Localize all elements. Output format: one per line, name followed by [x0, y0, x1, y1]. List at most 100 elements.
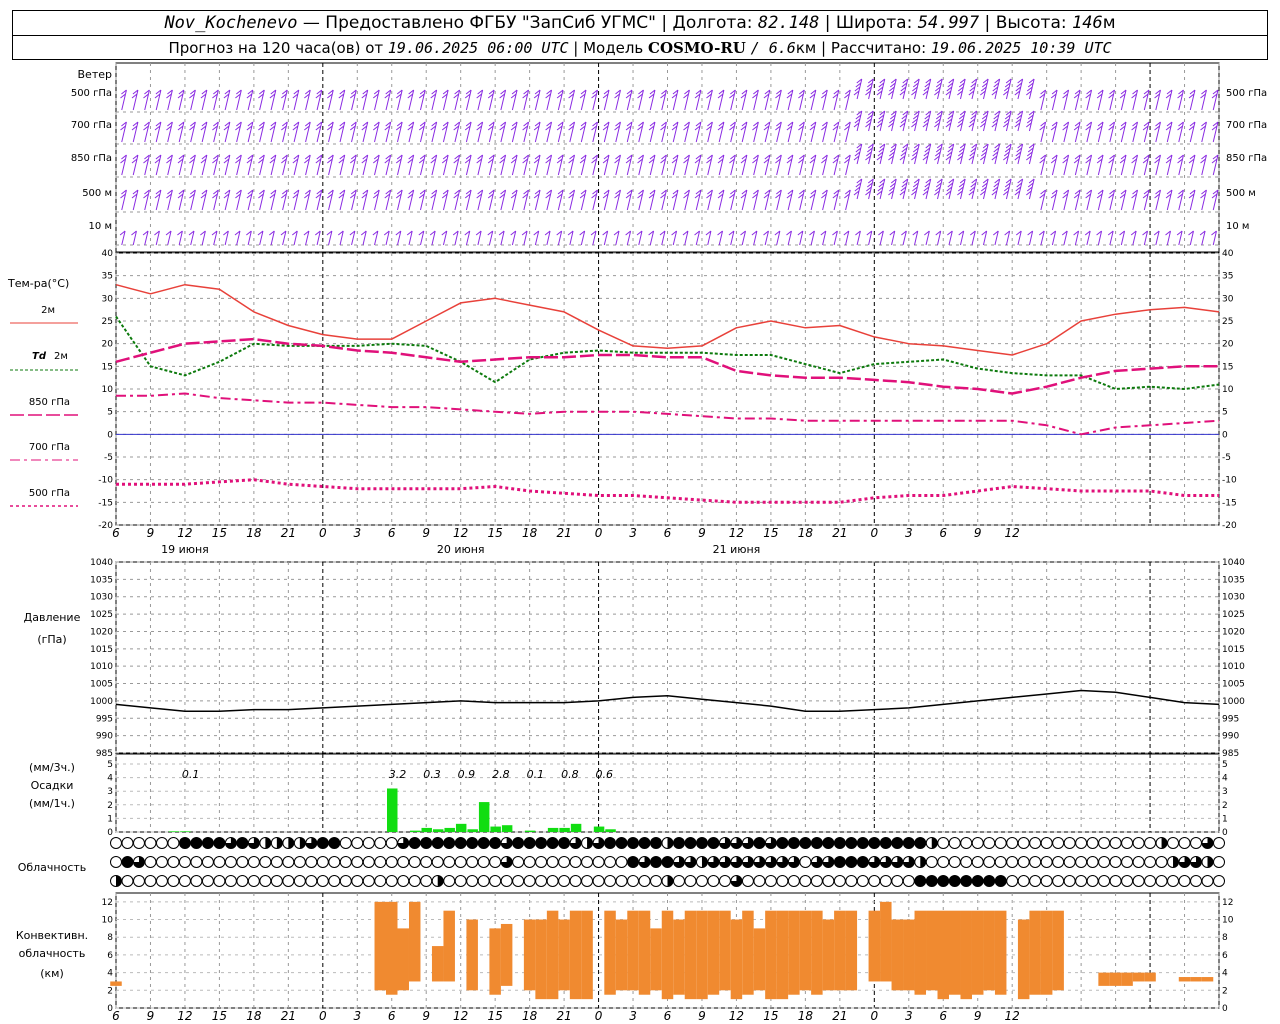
- cloud-circle: [1040, 837, 1053, 849]
- wind-barb: [372, 121, 380, 143]
- cloud-overcast: [466, 837, 478, 849]
- wind-barb: [280, 230, 287, 246]
- cloud-overcast: [788, 837, 800, 849]
- wind-barb: [922, 110, 932, 132]
- wind-barb: [694, 121, 702, 143]
- wind-barb: [131, 154, 139, 176]
- conv-hour-label: 9: [974, 1009, 982, 1023]
- cloud-circle: [477, 856, 490, 868]
- wind-barb: [143, 121, 150, 143]
- wind-barb: [430, 121, 438, 143]
- wind-barb: [865, 143, 874, 165]
- wind-barb: [453, 189, 461, 211]
- wind-title: Ветер: [78, 68, 112, 81]
- cloud-circle: [1201, 875, 1214, 887]
- conv-hour-label: 6: [112, 1009, 120, 1023]
- wind-barb: [327, 89, 334, 111]
- conv-bar: [500, 923, 513, 986]
- wind-barb: [579, 230, 586, 246]
- legend-700-label: 700 гПа: [29, 442, 70, 453]
- cloud-circle: [1052, 856, 1065, 868]
- conv-bar: [569, 910, 582, 1000]
- wind-barb: [991, 110, 1001, 132]
- wind-barb: [166, 121, 173, 143]
- press-ytick-right: 1020: [1222, 627, 1245, 637]
- wind-level-label: 10 м: [89, 221, 112, 232]
- temp-ytick-right: 15: [1222, 362, 1233, 372]
- wind-barb: [1085, 189, 1093, 211]
- conv-bar: [1121, 972, 1133, 986]
- wind-barb: [981, 230, 988, 246]
- precip-bar: [478, 802, 490, 832]
- wind-barb: [487, 230, 494, 246]
- wind-barb: [614, 154, 621, 176]
- wind-barb: [212, 121, 219, 143]
- cloud-circle: [121, 875, 134, 887]
- cloud-circle: [1167, 875, 1180, 887]
- cloud-circle: [1040, 875, 1053, 887]
- wind-barb: [752, 89, 759, 111]
- wind-barb: [876, 110, 886, 132]
- wind-barb: [441, 89, 449, 111]
- wind-barb: [637, 89, 644, 111]
- wind-barb: [441, 189, 449, 211]
- cloud-circle: [270, 856, 283, 868]
- press-ytick-right: 1010: [1222, 662, 1245, 672]
- wind-barb: [533, 230, 540, 246]
- press-ytick-right: 1035: [1222, 575, 1245, 585]
- precip-3h-total: 0.9: [458, 768, 476, 781]
- wind-barb: [188, 230, 195, 246]
- cloud-overcast: [627, 856, 639, 868]
- precip-3h-total: 3.2: [389, 768, 407, 781]
- wind-barb: [384, 121, 392, 143]
- conv-hour-label: 6: [388, 1009, 396, 1023]
- temp-hour-label: 12: [729, 526, 744, 540]
- conv-ytick-left: 12: [102, 898, 113, 908]
- wind-barb: [637, 121, 644, 143]
- conv-bar: [110, 981, 122, 986]
- wind-barb: [292, 89, 300, 111]
- wind-barb: [337, 230, 344, 246]
- cloud-circle: [110, 837, 122, 849]
- precip-unit-1h: (мм/1ч.): [29, 797, 75, 810]
- wind-barb: [177, 230, 183, 246]
- wind-barb: [1073, 189, 1081, 211]
- wind-barb: [556, 89, 564, 111]
- wind-barb: [556, 121, 564, 143]
- wind-barb: [1062, 154, 1070, 176]
- cloud-circle: [581, 856, 594, 868]
- temp-ytick-right: -15: [1222, 498, 1237, 508]
- temp-hour-label: 21: [832, 526, 847, 540]
- wind-barb: [223, 230, 229, 246]
- wind-barb: [304, 189, 311, 211]
- wind-barb: [223, 89, 231, 111]
- wind-barb: [338, 89, 346, 111]
- temp-ytick-right: -10: [1222, 476, 1237, 486]
- temp-ytick-left: -20: [98, 521, 113, 531]
- wind-barb: [970, 230, 976, 246]
- cloud-circle: [1029, 875, 1042, 887]
- day-label: 19 июня: [161, 543, 209, 556]
- wind-barb: [579, 154, 587, 176]
- cloud-circle: [1040, 856, 1053, 868]
- cloud-circle: [144, 875, 157, 887]
- cloud-circle: [558, 875, 571, 887]
- cloud-circle: [201, 856, 214, 868]
- wind-barb: [166, 154, 173, 176]
- wind-barb: [660, 154, 667, 176]
- cloud-overcast: [420, 837, 432, 849]
- wind-barb: [625, 121, 633, 143]
- wind-barb: [510, 121, 518, 143]
- wind-barb: [372, 154, 380, 176]
- wind-barb: [1027, 230, 1034, 246]
- wind-barb: [258, 189, 265, 211]
- conv-bar: [753, 928, 766, 991]
- cloud-circle: [535, 875, 548, 887]
- cloud-circle: [822, 875, 835, 887]
- cloud-overcast: [639, 837, 651, 849]
- wind-barb: [476, 121, 484, 143]
- wind-level-label-right: 10 м: [1226, 221, 1249, 232]
- wind-barb: [533, 89, 541, 111]
- wind-barb: [911, 110, 920, 132]
- cloud-circle: [592, 856, 605, 868]
